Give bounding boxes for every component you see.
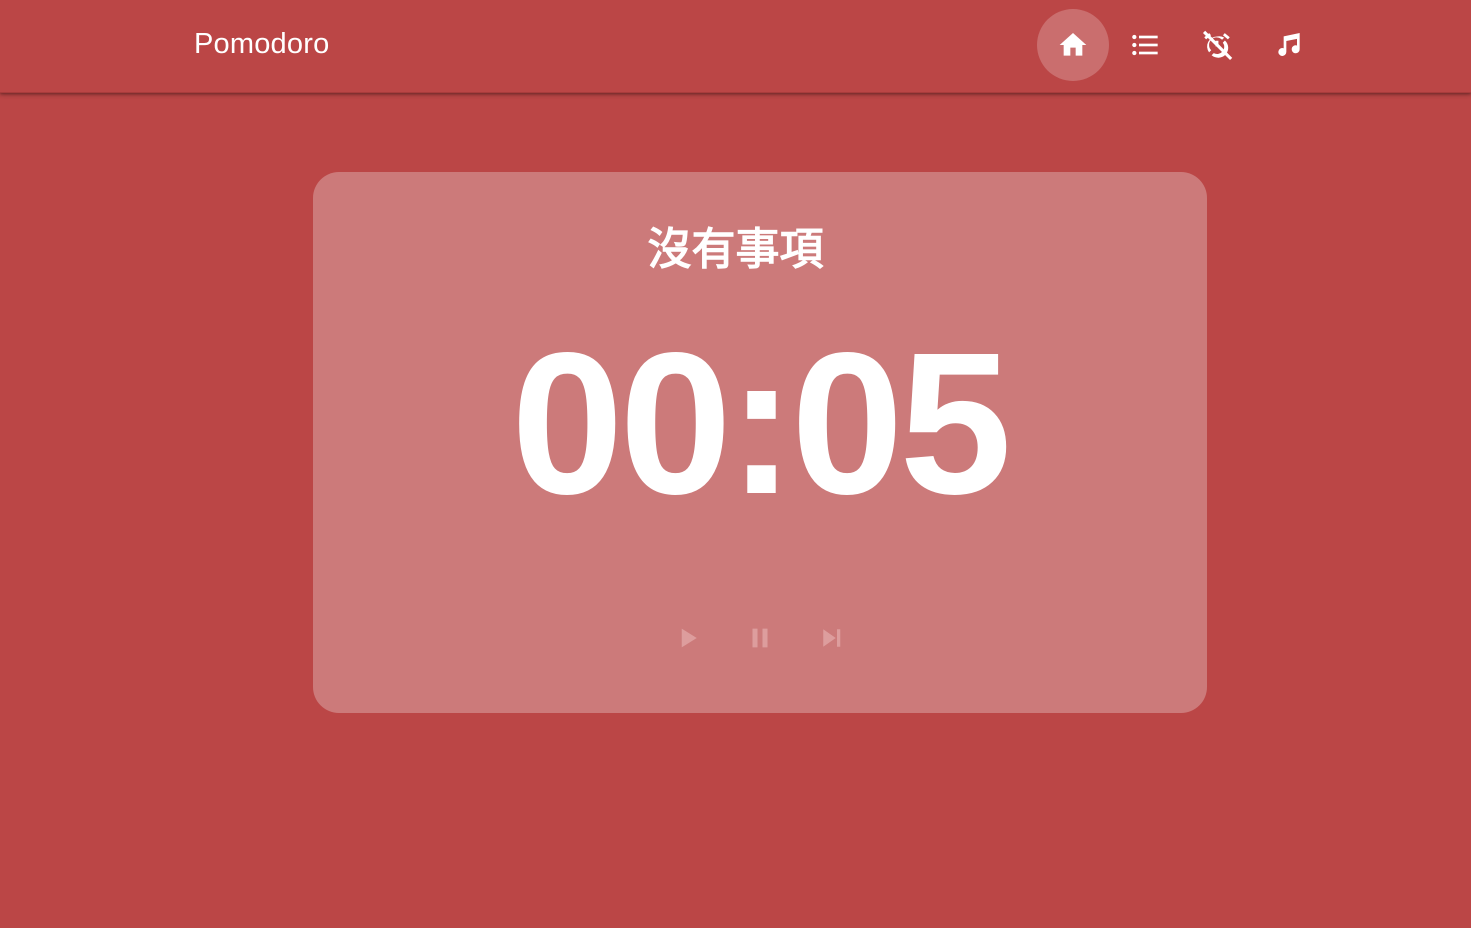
skip-next-icon [817, 623, 847, 658]
list-icon [1129, 29, 1161, 61]
play-icon [673, 623, 703, 658]
nav-list-button[interactable] [1109, 9, 1181, 81]
skip-button[interactable] [810, 618, 854, 662]
task-title: 沒有事項 [647, 224, 824, 275]
pomodoro-app: Pomodoro 沒有事項 00:05 [0, 0, 1471, 928]
nav-bar [1037, 9, 1325, 81]
play-button[interactable] [666, 618, 710, 662]
pause-icon [745, 623, 775, 658]
music-note-icon [1273, 29, 1305, 61]
timer-display: 00:05 [511, 310, 1012, 536]
app-bar: Pomodoro [0, 0, 1471, 93]
nav-home-button[interactable] [1037, 9, 1109, 81]
nav-alarm-button[interactable] [1181, 9, 1253, 81]
timer-controls [666, 618, 854, 662]
home-icon [1057, 29, 1089, 61]
app-title: Pomodoro [194, 28, 330, 60]
nav-music-button[interactable] [1253, 9, 1325, 81]
alarm-off-icon [1200, 28, 1234, 62]
pause-button[interactable] [738, 618, 782, 662]
